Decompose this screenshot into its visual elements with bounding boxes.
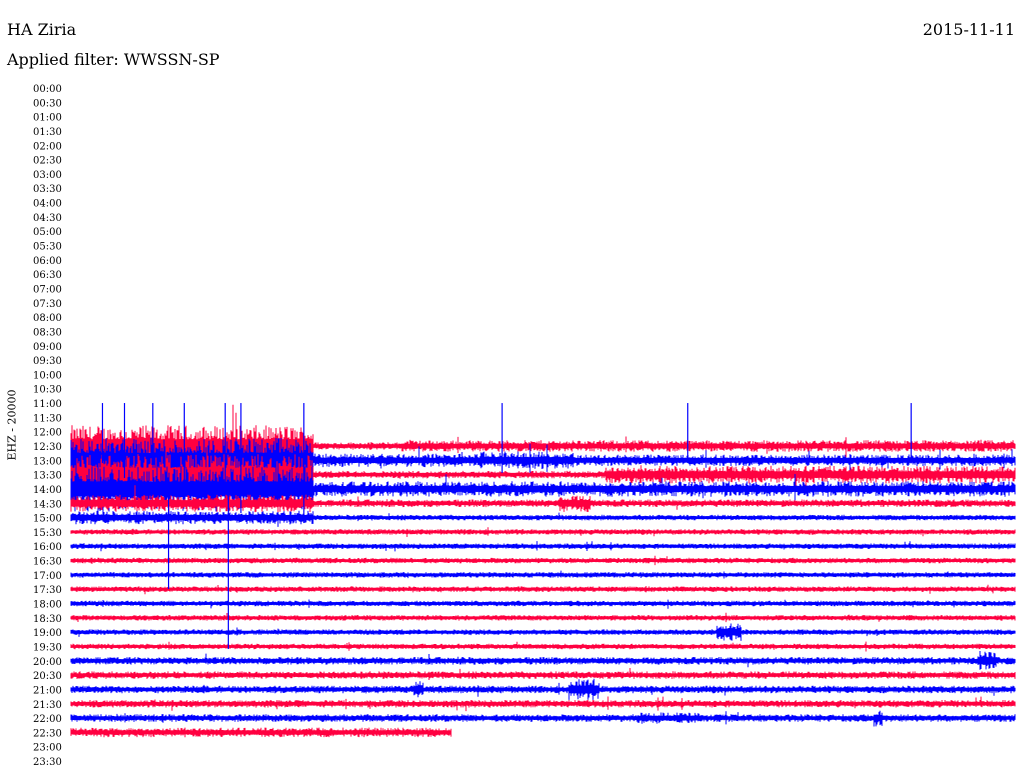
time-tick-label: 19:30 [33,642,62,653]
time-tick-label: 06:30 [33,270,62,281]
time-tick-label: 00:30 [33,98,62,109]
time-tick-label: 19:00 [33,628,62,639]
time-tick-label: 18:00 [33,600,62,611]
time-tick-label: 20:00 [33,657,62,668]
time-tick-label: 03:30 [33,184,62,195]
time-tick-label: 15:00 [33,514,62,525]
time-tick-label: 03:00 [33,170,62,181]
time-tick-label: 14:00 [33,485,62,496]
time-tick-label: 01:30 [33,127,62,138]
time-tick-label: 04:30 [33,213,62,224]
time-tick-label: 16:00 [33,542,62,553]
seismic-trace-1930 [70,641,1016,652]
time-tick-label: 15:30 [33,528,62,539]
time-tick-label: 17:00 [33,571,62,582]
time-tick-label: 02:30 [33,156,62,167]
time-tick-label: 06:00 [33,256,62,267]
helicorder-plot: 00:00 00:30 01:00 01:30 02:00 02:30 03:00 03:30… [33,84,1016,768]
time-tick-label: 01:00 [33,113,62,124]
seismic-trace-1630 [70,555,1016,566]
time-tick-label: 23:30 [33,757,62,768]
seismic-trace-1530 [70,527,1016,537]
seismic-trace-1900 [70,623,1016,641]
time-tick-label: 17:30 [33,585,62,596]
time-tick-label: 11:00 [33,399,62,410]
time-tick-label: 05:00 [33,227,62,238]
time-tick-label: 12:30 [33,442,62,453]
time-tick-label: 13:00 [33,456,62,467]
seismic-trace-1800 [70,599,1016,609]
time-tick-label: 09:30 [33,356,62,367]
time-tick-label: 04:00 [33,199,62,210]
time-tick-label: 16:30 [33,557,62,568]
time-tick-label: 05:30 [33,242,62,253]
time-tick-label: 00:00 [33,84,62,95]
time-tick-label: 10:00 [33,370,62,381]
time-tick-label: 10:30 [33,385,62,396]
time-tick-label: 08:00 [33,313,62,324]
seismic-trace-1730 [70,584,1016,595]
seismic-trace-1830 [70,612,1016,623]
seismic-trace-2030 [70,668,1016,680]
time-tick-label: 13:30 [33,471,62,482]
seismic-trace-2130 [70,696,1016,712]
time-tick-label: 09:00 [33,342,62,353]
seismic-trace-2100 [70,678,1016,700]
seismic-trace-2200 [70,710,1016,727]
time-tick-label: 12:00 [33,428,62,439]
seismic-trace-1500 [70,510,1016,525]
time-tick-label: 11:30 [33,413,62,424]
time-tick-label: 08:30 [33,327,62,338]
seismic-trace-2230 [70,727,452,738]
time-tick-label: 22:00 [33,714,62,725]
time-tick-label: 07:00 [33,284,62,295]
time-tick-label: 07:30 [33,299,62,310]
time-tick-label: 23:00 [33,743,62,754]
time-tick-label: 02:00 [33,141,62,152]
seismic-trace-2000 [70,651,1016,670]
seismic-trace-1700 [70,570,1016,579]
time-tick-label: 14:30 [33,499,62,510]
time-tick-label: 18:30 [33,614,62,625]
time-tick-label: 21:30 [33,700,62,711]
time-tick-label: 21:00 [33,685,62,696]
time-tick-label: 20:30 [33,671,62,682]
seismic-trace-1600 [70,541,1016,552]
time-tick-label: 22:30 [33,728,62,739]
